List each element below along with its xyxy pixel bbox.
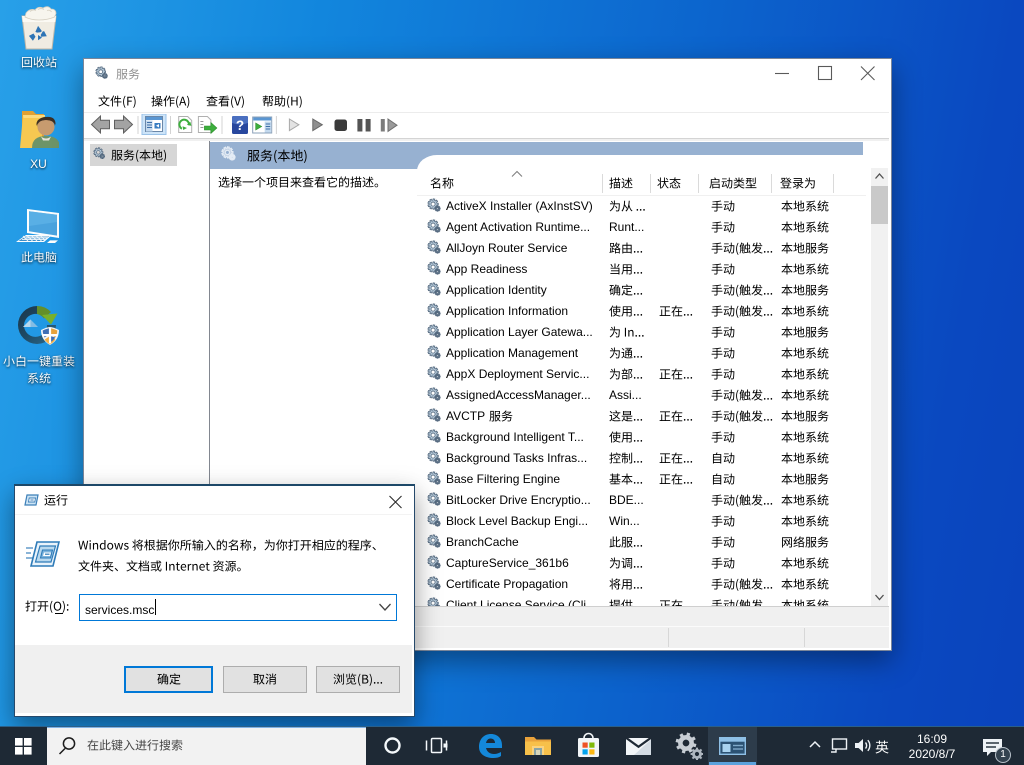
svg-text:?: ? — [236, 118, 244, 133]
